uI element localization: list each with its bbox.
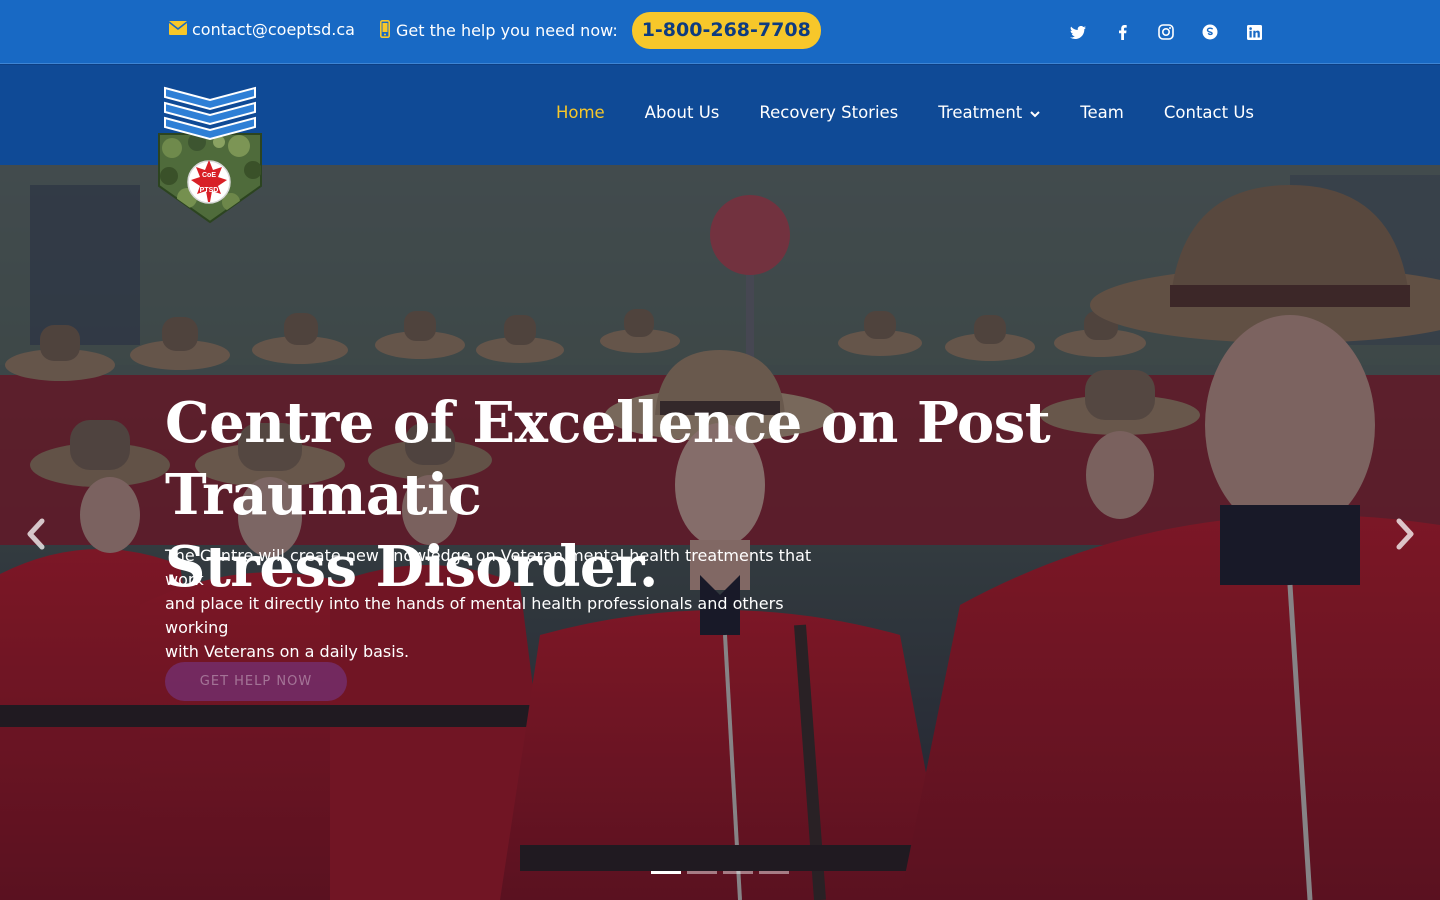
- email-text: contact@coeptsd.ca: [192, 20, 355, 39]
- twitter-icon[interactable]: [1068, 22, 1088, 42]
- help-text: Get the help you need now:: [396, 21, 618, 40]
- hero-description: The Centre will create new knowledge on …: [165, 544, 815, 664]
- slider-next-arrow[interactable]: [1393, 517, 1417, 551]
- get-help-now-button[interactable]: GET HELP NOW: [165, 662, 347, 701]
- linkedin-icon[interactable]: [1244, 22, 1264, 42]
- slide-indicator-2[interactable]: [687, 871, 717, 874]
- instagram-icon[interactable]: [1156, 22, 1176, 42]
- main-menu: Home About Us Recovery Stories Treatment…: [556, 103, 1254, 122]
- envelope-icon: [168, 20, 188, 39]
- logo-ptsd-text: PTSD: [200, 187, 219, 194]
- top-bar: contact@coeptsd.ca Get the help you need…: [0, 0, 1440, 64]
- skype-icon[interactable]: [1200, 22, 1220, 42]
- mobile-phone-icon: [380, 19, 390, 42]
- slide-indicator-4[interactable]: [759, 871, 789, 874]
- chevron-down-icon: [1030, 103, 1040, 122]
- logo-coe-text: CoE: [202, 172, 216, 179]
- email-link[interactable]: contact@coeptsd.ca: [168, 20, 355, 39]
- nav-about-us[interactable]: About Us: [645, 103, 720, 122]
- hero-description-line-1: The Centre will create new knowledge on …: [165, 546, 812, 589]
- slider-prev-arrow[interactable]: [24, 517, 48, 551]
- social-links: [1068, 22, 1264, 42]
- hero-slider: Centre of Excellence on Post Traumatic S…: [0, 165, 1440, 900]
- hero-description-line-2: and place it directly into the hands of …: [165, 594, 784, 637]
- slider-pagination: [651, 871, 789, 874]
- hero-description-line-3: with Veterans on a daily basis.: [165, 642, 410, 661]
- nav-home[interactable]: Home: [556, 103, 605, 122]
- facebook-icon[interactable]: [1112, 22, 1132, 42]
- nav-treatment-label: Treatment: [938, 103, 1023, 122]
- hero-title-line-1: Centre of Excellence on Post Traumatic: [165, 390, 1051, 528]
- nav-contact-us[interactable]: Contact Us: [1164, 103, 1254, 122]
- phone-number-button[interactable]: 1-800-268-7708: [631, 12, 821, 49]
- slide-indicator-3[interactable]: [723, 871, 753, 874]
- nav-team[interactable]: Team: [1080, 103, 1124, 122]
- helpline: Get the help you need now: 1-800-268-770…: [380, 12, 821, 49]
- slide-indicator-1[interactable]: [651, 871, 681, 874]
- site-logo[interactable]: CoE PTSD: [157, 86, 263, 224]
- nav-treatment[interactable]: Treatment: [938, 103, 1040, 122]
- nav-recovery-stories[interactable]: Recovery Stories: [759, 103, 898, 122]
